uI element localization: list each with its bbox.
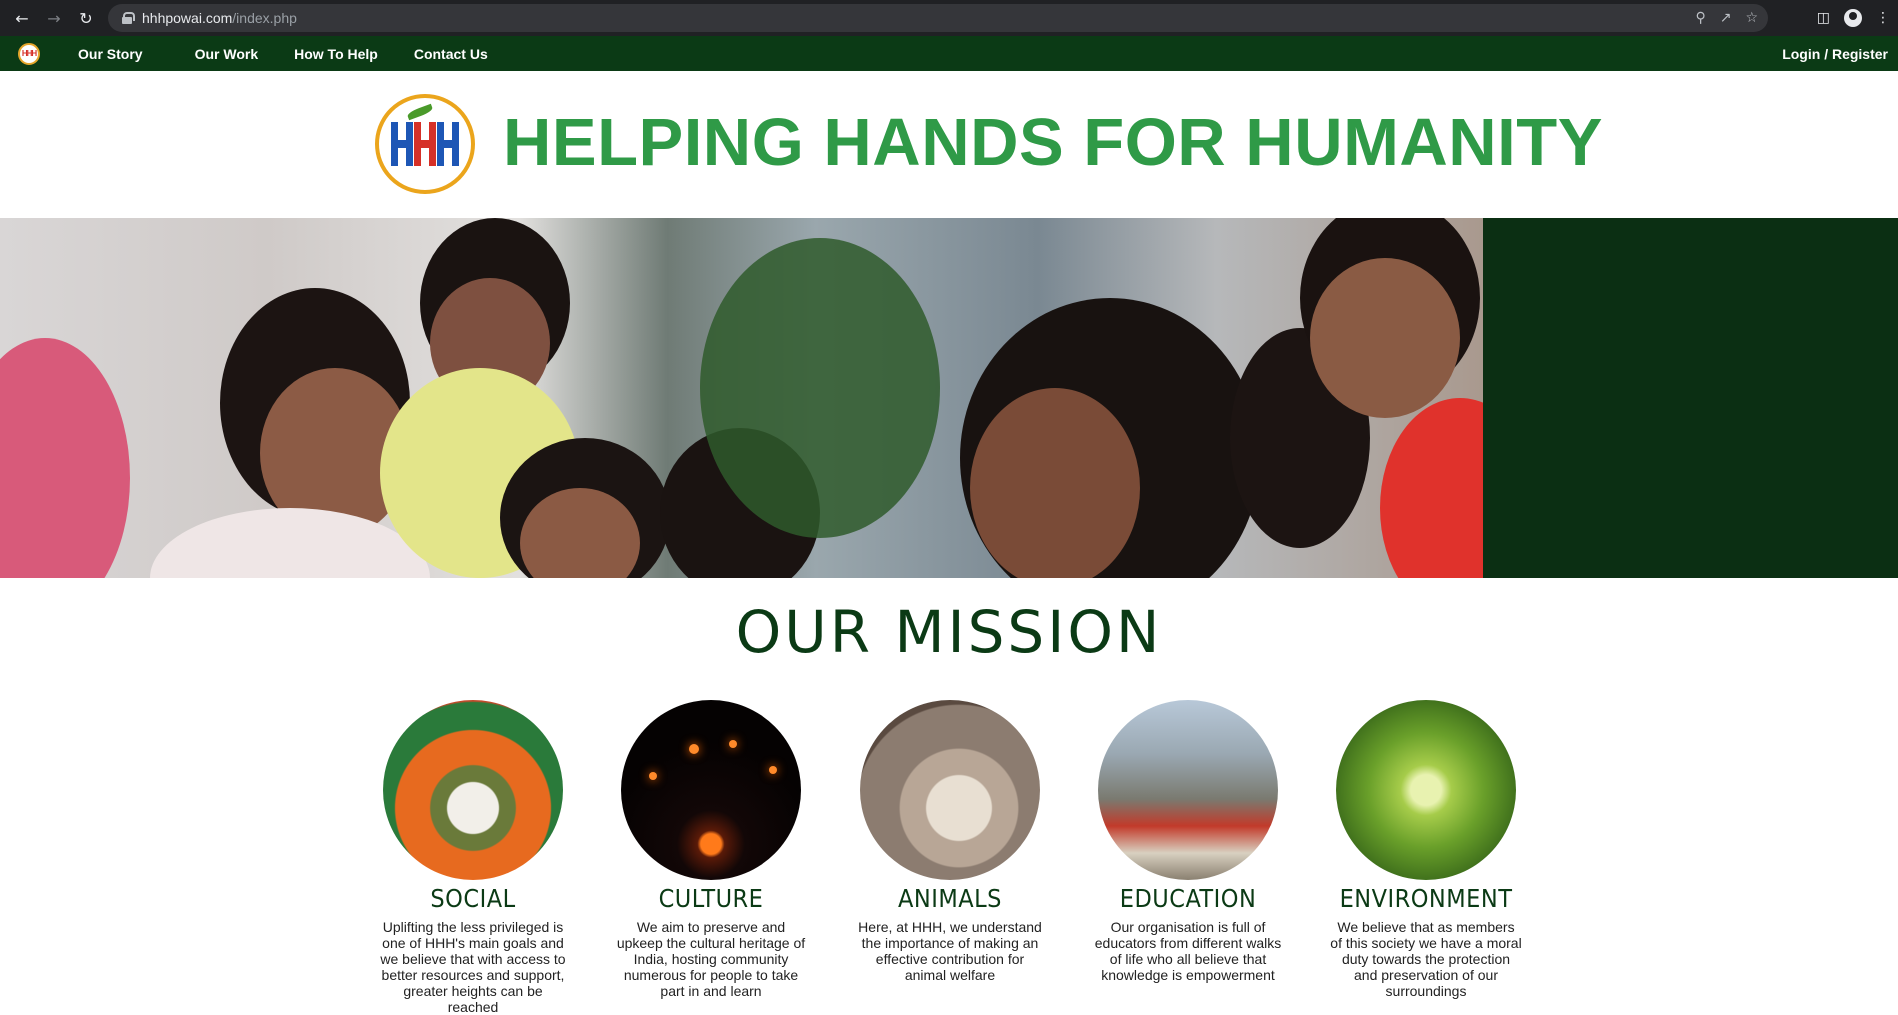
mission-card-culture[interactable]: CULTURE We aim to preserve and upkeep th… (611, 700, 811, 999)
mission-card-social[interactable]: SOCIAL Uplifting the less privileged is … (373, 700, 573, 1015)
nav-link-our-story[interactable]: Our Story (78, 46, 143, 62)
zoom-icon[interactable]: ⚲ (1695, 10, 1705, 26)
site-navbar: HHH Our Story Our Work How To Help Conta… (0, 36, 1898, 71)
forward-icon[interactable]: → (38, 0, 70, 36)
nav-logo[interactable]: HHH (18, 42, 40, 65)
card-text: We aim to preserve and upkeep the cultur… (616, 919, 806, 999)
card-text: We believe that as members of this socie… (1330, 919, 1522, 999)
back-icon[interactable]: ← (6, 0, 38, 36)
animals-image (860, 700, 1040, 880)
nav-link-how-to-help[interactable]: How To Help (294, 46, 378, 62)
culture-image (621, 700, 801, 880)
card-title: SOCIAL (430, 884, 516, 913)
environment-image (1336, 700, 1516, 880)
social-image (383, 700, 563, 880)
hero-banner (0, 218, 1898, 578)
mission-card-animals[interactable]: ANIMALS Here, at HHH, we understand the … (850, 700, 1050, 983)
share-icon[interactable]: ↗ (1720, 10, 1732, 26)
address-bar[interactable]: hhhpowai.com/index.php ⚲ ↗ ☆ (108, 4, 1768, 32)
nav-link-contact-us[interactable]: Contact Us (414, 46, 488, 62)
card-title: ENVIRONMENT (1339, 884, 1513, 913)
url-path: /index.php (232, 10, 297, 26)
side-panel-icon[interactable]: ◫ (1817, 10, 1830, 26)
login-register-link[interactable]: Login / Register (1782, 46, 1888, 62)
mission-card-education[interactable]: EDUCATION Our organisation is full of ed… (1088, 700, 1288, 983)
card-text: Uplifting the less privileged is one of … (380, 919, 566, 1015)
profile-avatar-icon[interactable] (1844, 9, 1862, 27)
nav-link-our-work[interactable]: Our Work (195, 46, 259, 62)
menu-kebab-icon[interactable]: ⋮ (1876, 10, 1890, 26)
site-header: HELPING HANDS FOR HUMANITY (0, 71, 1898, 218)
hero-photo-children (0, 218, 1483, 578)
education-image (1098, 700, 1278, 880)
url-host: hhhpowai.com (142, 10, 233, 26)
mission-card-environment[interactable]: ENVIRONMENT We believe that as members o… (1326, 700, 1526, 999)
lock-icon (122, 12, 135, 24)
card-text: Our organisation is full of educators fr… (1094, 919, 1282, 983)
card-title: EDUCATION (1119, 884, 1257, 913)
bookmark-star-icon[interactable]: ☆ (1745, 10, 1758, 26)
site-title: HELPING HANDS FOR HUMANITY (503, 105, 1603, 180)
card-title: CULTURE (658, 884, 764, 913)
card-title: ANIMALS (898, 884, 1002, 913)
reload-icon[interactable]: ↻ (70, 0, 102, 36)
card-text: Here, at HHH, we understand the importan… (858, 919, 1042, 983)
leaf-icon (406, 103, 434, 121)
hhh-logo[interactable] (375, 94, 475, 194)
mission-title: OUR MISSION (735, 598, 1163, 666)
browser-toolbar: ← → ↻ hhhpowai.com/index.php ⚲ ↗ ☆ ◫ ⋮ (0, 0, 1898, 36)
